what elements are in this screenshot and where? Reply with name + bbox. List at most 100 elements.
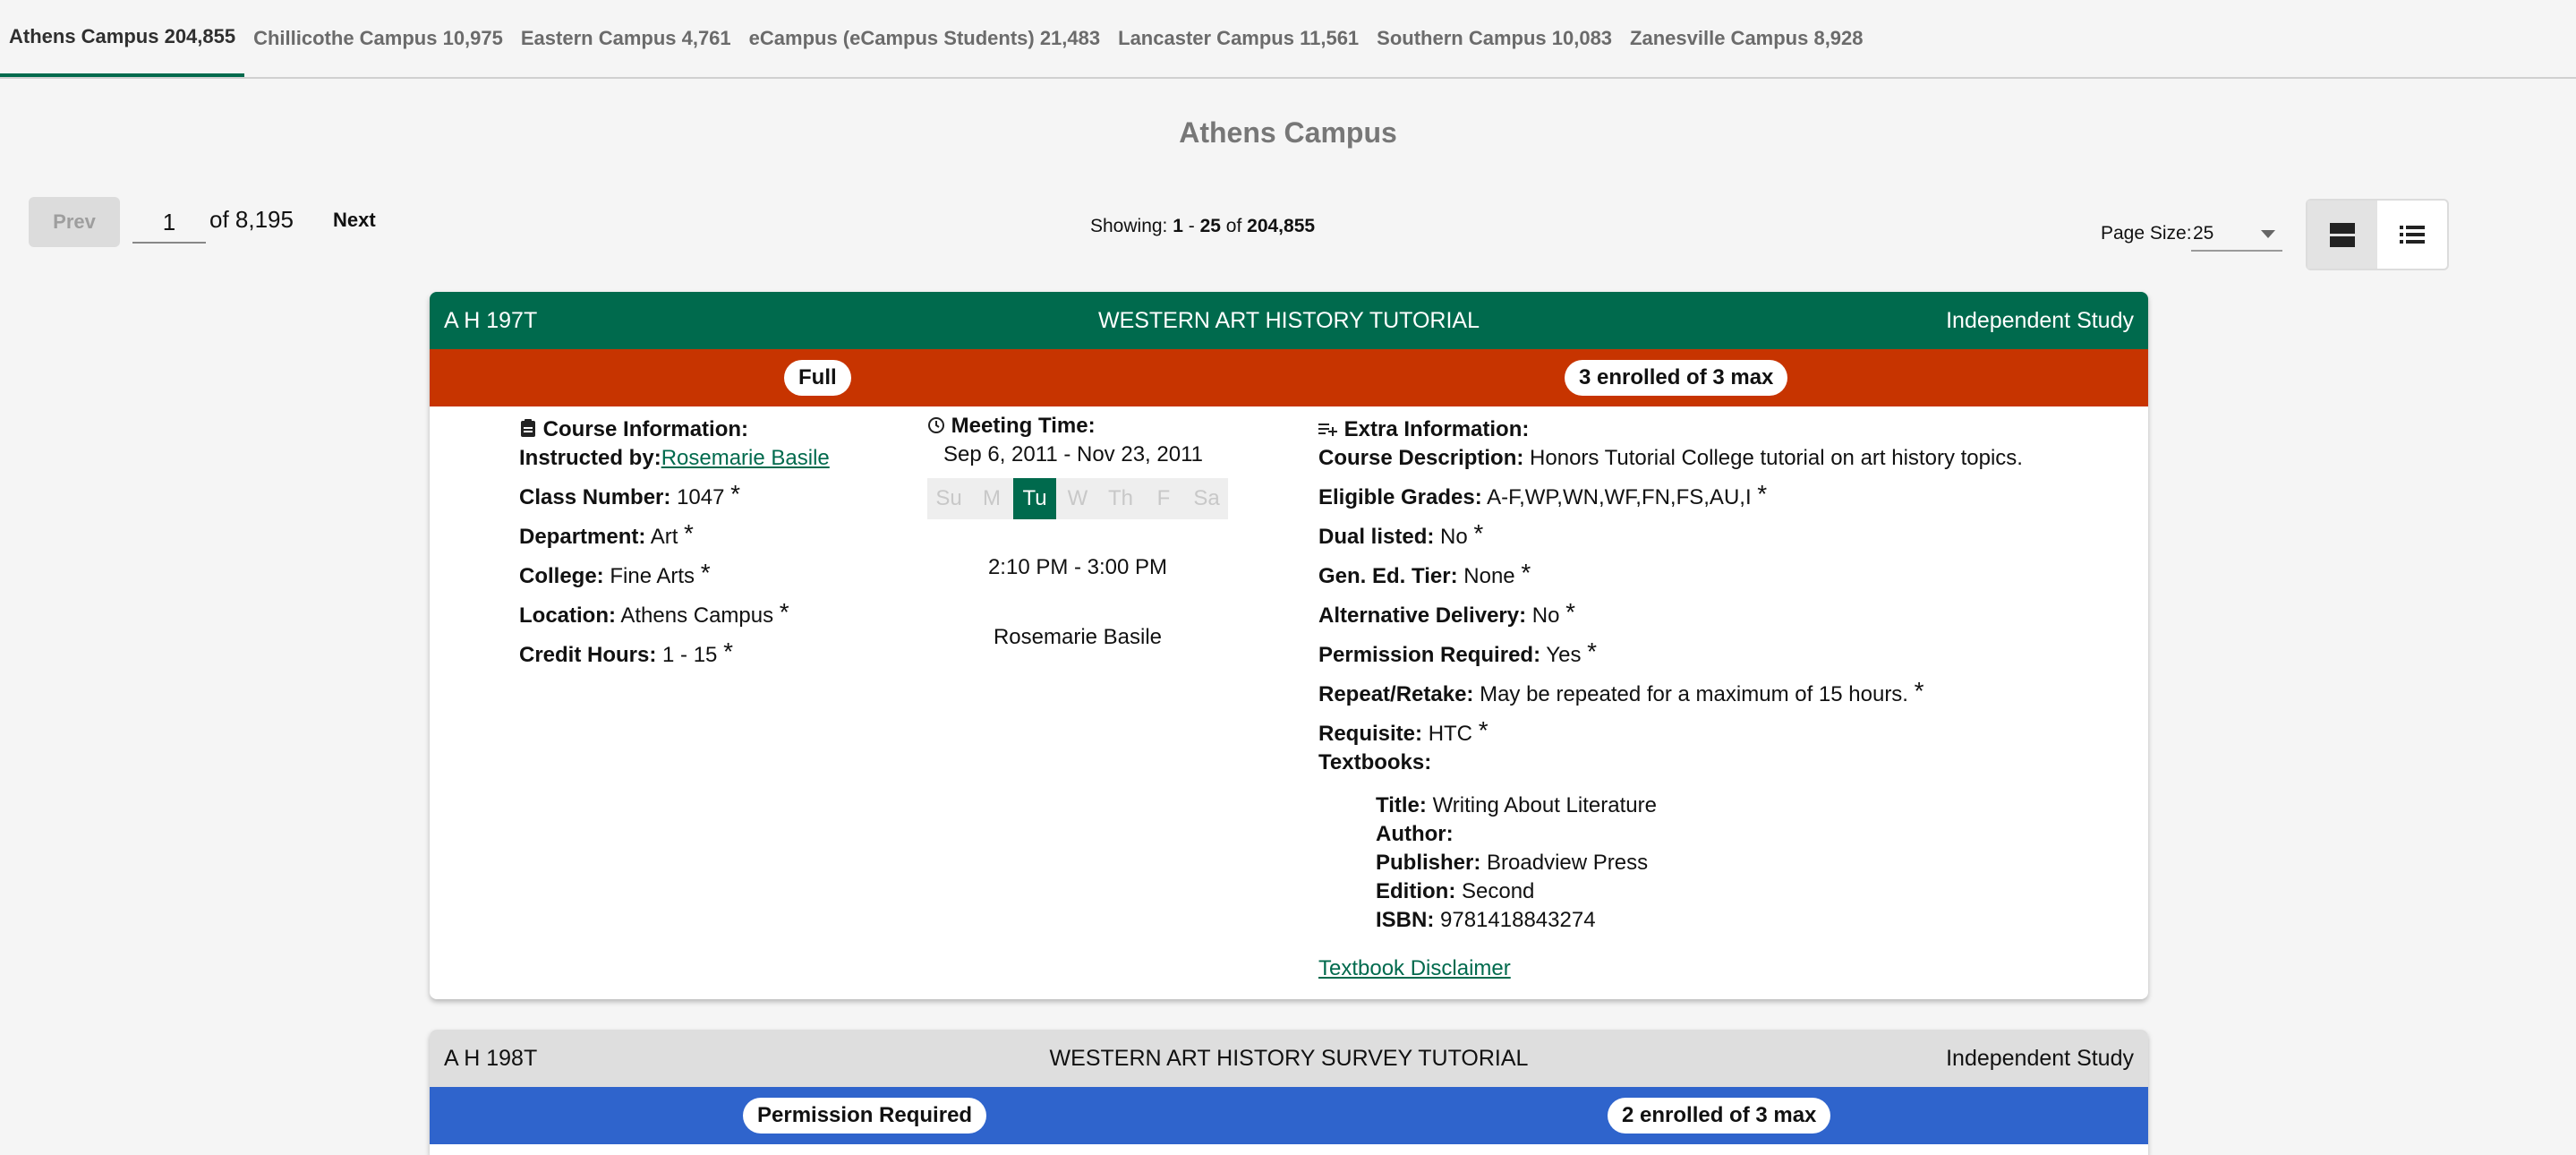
textbook-edition-label: Edition: <box>1376 879 1456 903</box>
day-sa: Sa <box>1185 478 1228 519</box>
repeat-value: May be repeated for a maximum of 15 hour… <box>1480 682 1908 706</box>
asterisk-icon: * <box>1757 480 1768 508</box>
textbook-title-label: Title: <box>1376 793 1427 817</box>
asterisk-icon: * <box>1914 677 1924 705</box>
class-number-label: Class Number: <box>519 485 671 509</box>
page-title: Athens Campus <box>1179 116 1397 149</box>
course-header[interactable]: A H 197T WESTERN ART HISTORY TUTORIAL In… <box>430 292 2148 349</box>
asterisk-icon: * <box>1587 637 1598 665</box>
department-value: Art <box>650 525 678 549</box>
status-badge: Permission Required <box>743 1098 987 1134</box>
permission-label: Permission Required: <box>1318 643 1541 667</box>
day-tu: Tu <box>1013 478 1056 519</box>
alt-delivery-label: Alternative Delivery: <box>1318 603 1527 628</box>
asterisk-icon: * <box>1473 519 1484 547</box>
gened-value: None <box>1463 564 1515 588</box>
location-value: Athens Campus <box>620 603 774 628</box>
meeting-time: 2:10 PM - 3:00 PM <box>987 555 1168 579</box>
dual-listed-value: No <box>1440 525 1468 549</box>
location-label: Location: <box>519 603 616 628</box>
course-info-section: Course Information: Instructed by:Rosema… <box>519 410 830 675</box>
instructor-link[interactable]: Rosemarie Basile <box>661 446 830 470</box>
textbook-publisher: Broadview Press <box>1487 851 1649 875</box>
description-label: Course Description: <box>1318 446 1524 470</box>
course-code: A H 197T <box>444 307 538 333</box>
requisite-label: Requisite: <box>1318 722 1423 746</box>
next-button[interactable]: Next <box>333 209 376 232</box>
textbook-title: Writing About Literature <box>1432 793 1657 817</box>
course-header[interactable]: A H 198T WESTERN ART HISTORY SURVEY TUTO… <box>430 1030 2148 1087</box>
grades-label: Eligible Grades: <box>1318 485 1482 509</box>
status-badge: Full <box>784 360 851 396</box>
list-view-icon <box>2400 226 2425 244</box>
chevron-down-icon <box>2261 230 2275 238</box>
college-value: Fine Arts <box>610 564 695 588</box>
enrollment-badge: 3 enrolled of 3 max <box>1565 360 1788 396</box>
asterisk-icon: * <box>1521 559 1531 586</box>
campus-tabs: Athens Campus 204,855 Chillicothe Campus… <box>0 0 2576 79</box>
tab-chillicothe-campus[interactable]: Chillicothe Campus 10,975 <box>244 0 512 77</box>
textbook-publisher-label: Publisher: <box>1376 851 1481 875</box>
prev-button[interactable]: Prev <box>29 197 120 247</box>
tab-ecampus[interactable]: eCampus (eCampus Students) 21,483 <box>740 0 1109 77</box>
textbook-entry: Title: Writing About Literature Author: … <box>1318 791 2124 935</box>
asterisk-icon: * <box>1478 716 1488 744</box>
day-th: Th <box>1099 478 1142 519</box>
repeat-label: Repeat/Retake: <box>1318 682 1474 706</box>
status-bar: Full 3 enrolled of 3 max <box>430 349 2148 406</box>
gened-label: Gen. Ed. Tier: <box>1318 564 1458 588</box>
showing-from: 1 <box>1173 216 1183 236</box>
department-label: Department: <box>519 525 646 549</box>
clipboard-icon <box>521 419 535 437</box>
tab-athens-campus[interactable]: Athens Campus 204,855 <box>0 0 245 77</box>
list-view-button[interactable] <box>2377 201 2447 269</box>
date-range: Sep 6, 2011 - Nov 23, 2011 <box>943 442 1203 466</box>
extra-info-heading: Extra Information: <box>1343 417 1530 441</box>
asterisk-icon: * <box>1565 598 1576 626</box>
meeting-heading: Meeting Time: <box>951 414 1096 438</box>
page-size-value: 25 <box>2193 223 2214 244</box>
course-card: A H 198T WESTERN ART HISTORY SURVEY TUTO… <box>430 1030 2148 1155</box>
showing-of: of <box>1220 216 1248 236</box>
textbook-isbn: 9781418843274 <box>1440 908 1596 932</box>
class-number-value: 1047 <box>677 485 725 509</box>
course-card: A H 197T WESTERN ART HISTORY TUTORIAL In… <box>430 292 2148 999</box>
college-label: College: <box>519 564 604 588</box>
course-code: A H 198T <box>444 1045 538 1071</box>
dual-listed-label: Dual listed: <box>1318 525 1435 549</box>
textbooks-label: Textbooks: <box>1318 750 1432 774</box>
tab-lancaster-campus[interactable]: Lancaster Campus 11,561 <box>1109 0 1368 77</box>
textbook-edition: Second <box>1461 879 1535 903</box>
course-info-heading: Course Information: <box>542 417 749 441</box>
permission-value: Yes <box>1546 643 1582 667</box>
instructed-by-label: Instructed by: <box>519 446 661 470</box>
asterisk-icon: * <box>700 559 711 586</box>
tab-southern-campus[interactable]: Southern Campus 10,083 <box>1368 0 1621 77</box>
page-count-label: of 8,195 <box>209 206 294 233</box>
textbook-author-label: Author: <box>1376 822 1454 846</box>
day-w: W <box>1056 478 1099 519</box>
view-toggle <box>2306 199 2449 270</box>
showing-total: 204,855 <box>1247 216 1316 236</box>
credit-hours-value: 1 - 15 <box>662 643 718 667</box>
requisite-value: HTC <box>1428 722 1473 746</box>
textbook-disclaimer-link[interactable]: Textbook Disclaimer <box>1318 956 1511 980</box>
enrollment-badge: 2 enrolled of 3 max <box>1608 1098 1831 1134</box>
page-number-input[interactable] <box>132 202 206 244</box>
course-type: Independent Study <box>1946 1045 2134 1071</box>
page-size-select[interactable]: 25 <box>2191 219 2282 252</box>
course-title: WESTERN ART HISTORY TUTORIAL <box>1097 307 1480 333</box>
meeting-time-section: Meeting Time: Sep 6, 2011 - Nov 23, 2011… <box>927 406 1228 657</box>
showing-dash: - <box>1182 216 1200 236</box>
extra-info-section: Extra Information: Course Description: H… <box>1318 410 2124 988</box>
card-view-button[interactable] <box>2307 201 2377 269</box>
tab-zanesville-campus[interactable]: Zanesville Campus 8,928 <box>1621 0 1872 77</box>
meeting-instructor: Rosemarie Basile <box>993 625 1163 649</box>
tab-eastern-campus[interactable]: Eastern Campus 4,761 <box>512 0 740 77</box>
asterisk-icon: * <box>730 480 741 508</box>
day-m: M <box>970 478 1013 519</box>
description-value: Honors Tutorial College tutorial on art … <box>1530 446 2023 470</box>
alt-delivery-value: No <box>1531 603 1560 628</box>
card-view-icon <box>2330 223 2355 247</box>
asterisk-icon: * <box>684 519 694 547</box>
